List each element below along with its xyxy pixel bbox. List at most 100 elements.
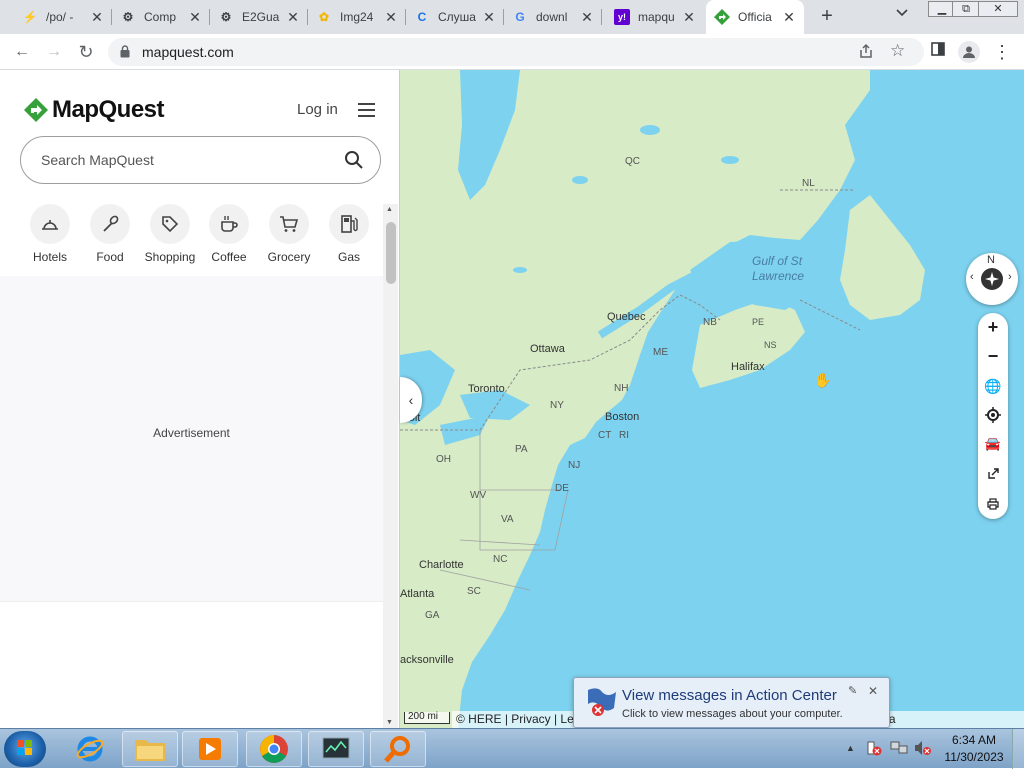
tab-mapquest-yahoo[interactable]: y! mapqu ✕ — [606, 0, 704, 34]
browser-toolbar: ← → ↻ mapquest.com ☆ ⋮ — [0, 34, 1024, 70]
map-city-label: Quebec — [607, 311, 646, 323]
category-grocery[interactable]: Grocery — [259, 204, 319, 264]
media-player-icon[interactable] — [182, 731, 238, 767]
scrollbar-thumb[interactable] — [386, 222, 396, 284]
lock-icon[interactable] — [120, 45, 130, 58]
tab-title: E2Gua — [242, 10, 280, 24]
category-coffee[interactable]: Coffee — [199, 204, 259, 264]
volume-muted-icon[interactable] — [914, 740, 932, 759]
tab-img24[interactable]: ✿ Img24 ✕ — [308, 0, 406, 34]
window-restore-button[interactable]: ⧉ — [952, 1, 980, 17]
action-center-flag-icon — [588, 688, 616, 716]
tab-close-icon[interactable]: ✕ — [482, 9, 496, 26]
tab-close-icon[interactable]: ✕ — [580, 9, 594, 26]
tab-close-icon[interactable]: ✕ — [286, 9, 300, 26]
logo-text: MapQuest — [52, 96, 165, 123]
rotate-right-icon[interactable]: › — [1008, 271, 1012, 283]
side-panel-icon[interactable] — [928, 42, 948, 62]
hamburger-menu-icon[interactable] — [358, 103, 375, 117]
search-magnifier-icon[interactable] — [370, 731, 426, 767]
forward-arrow-icon[interactable]: → — [44, 42, 64, 62]
globe-layers-icon[interactable]: 🌐 — [978, 372, 1008, 400]
mapquest-logo[interactable]: MapQuest — [24, 96, 165, 124]
tab-official-active[interactable]: Officia ✕ — [706, 0, 804, 34]
new-tab-button[interactable]: + — [816, 5, 838, 27]
print-icon[interactable] — [978, 490, 1008, 518]
reload-icon[interactable]: ↻ — [76, 42, 96, 62]
tab-close-icon[interactable]: ✕ — [188, 9, 202, 26]
zoom-out-button[interactable]: − — [978, 342, 1008, 370]
system-clock[interactable]: 6:34 AM 11/30/2023 — [942, 733, 1006, 764]
url-text[interactable]: mapquest.com — [142, 44, 234, 60]
category-shopping[interactable]: Shopping — [140, 204, 200, 264]
profile-avatar-icon[interactable] — [958, 41, 980, 63]
browser-chrome: ⚡ /po/ - ✕ ⚙ Comp ✕ ⚙ E2Gua ✕ ✿ Img24 ✕ … — [0, 0, 1024, 70]
pin-icon[interactable]: ✎ — [848, 684, 857, 697]
chrome-icon[interactable] — [246, 731, 302, 767]
tray-expand-icon[interactable]: ▲ — [846, 743, 855, 753]
compass-icon[interactable] — [981, 268, 1003, 290]
map-label: VA — [501, 514, 514, 525]
tab-comp[interactable]: ⚙ Comp ✕ — [112, 0, 210, 34]
back-arrow-icon[interactable]: ← — [12, 42, 32, 62]
start-button[interactable] — [4, 731, 46, 767]
traffic-car-icon[interactable]: 🚘 — [978, 430, 1008, 458]
map-label: NY — [550, 400, 564, 411]
notification-title: View messages in Action Center — [622, 687, 837, 704]
scroll-down-arrow-icon[interactable]: ▼ — [386, 719, 393, 726]
action-center-tray-icon[interactable] — [866, 740, 882, 759]
search-icon[interactable] — [344, 150, 364, 170]
coffee-cup-icon — [209, 204, 249, 244]
map-scale: 200 mi — [404, 712, 450, 724]
internet-explorer-icon[interactable] — [62, 731, 118, 767]
map-city-label: Ottawa — [530, 343, 565, 355]
advertisement-area: Advertisement — [0, 276, 383, 601]
login-link[interactable]: Log in — [297, 101, 338, 118]
search-input[interactable]: Search MapQuest — [20, 136, 381, 184]
compass-control[interactable]: N ‹ › — [966, 253, 1018, 305]
scroll-up-arrow-icon[interactable]: ▲ — [386, 206, 393, 213]
tab-close-icon[interactable]: ✕ — [782, 9, 796, 26]
task-manager-icon[interactable] — [308, 731, 364, 767]
window-close-button[interactable]: ✕ — [978, 1, 1018, 17]
tab-title: Comp — [144, 10, 177, 24]
tab-po[interactable]: ⚡ /po/ - ✕ — [14, 0, 112, 34]
tab-close-icon[interactable]: ✕ — [682, 9, 696, 26]
map-city-label: Atlanta — [400, 588, 435, 600]
folder-icon[interactable] — [122, 731, 178, 767]
map-label: PE — [752, 317, 765, 327]
map-label: PA — [515, 444, 528, 455]
share-link-icon[interactable] — [978, 460, 1008, 488]
map-label: NS — [764, 340, 777, 350]
mapquest-logo-icon — [24, 98, 48, 122]
map-canvas[interactable]: QC NL Gulf of St Lawrence Quebec NB PE N… — [400, 70, 1024, 728]
network-icon[interactable] — [890, 740, 908, 759]
locate-me-icon[interactable] — [978, 401, 1008, 429]
tab-close-icon[interactable]: ✕ — [384, 9, 398, 26]
clock-time: 6:34 AM — [951, 733, 997, 747]
tab-title: Слуша — [438, 10, 476, 24]
map-label: ME — [653, 347, 668, 358]
tab-close-icon[interactable]: ✕ — [90, 9, 104, 26]
more-menu-icon[interactable]: ⋮ — [992, 42, 1012, 62]
map-label: NJ — [568, 460, 581, 471]
rotate-left-icon[interactable]: ‹ — [970, 271, 974, 283]
action-center-notification[interactable]: View messages in Action Center Click to … — [573, 677, 890, 728]
map-city-label: Boston — [605, 411, 640, 423]
bookmark-star-icon[interactable]: ☆ — [890, 41, 905, 61]
tab-slusha[interactable]: C Слуша ✕ — [406, 0, 504, 34]
zoom-in-button[interactable]: + — [978, 313, 1008, 341]
google-icon: G — [515, 10, 525, 24]
tab-e2gua[interactable]: ⚙ E2Gua ✕ — [210, 0, 308, 34]
share-icon[interactable] — [858, 43, 874, 62]
tab-search-chevron-icon[interactable] — [896, 8, 908, 20]
show-desktop-button[interactable] — [1012, 729, 1024, 769]
tab-download[interactable]: G downl ✕ — [504, 0, 602, 34]
notification-close-icon[interactable]: ✕ — [868, 684, 878, 698]
category-gas[interactable]: Gas — [319, 204, 379, 264]
map-label: SC — [467, 586, 481, 597]
panel-scrollbar[interactable]: ▲ ▼ — [383, 204, 398, 728]
address-bar[interactable]: mapquest.com ☆ — [108, 38, 924, 66]
category-food[interactable]: Food — [80, 204, 140, 264]
category-hotels[interactable]: Hotels — [20, 204, 80, 264]
